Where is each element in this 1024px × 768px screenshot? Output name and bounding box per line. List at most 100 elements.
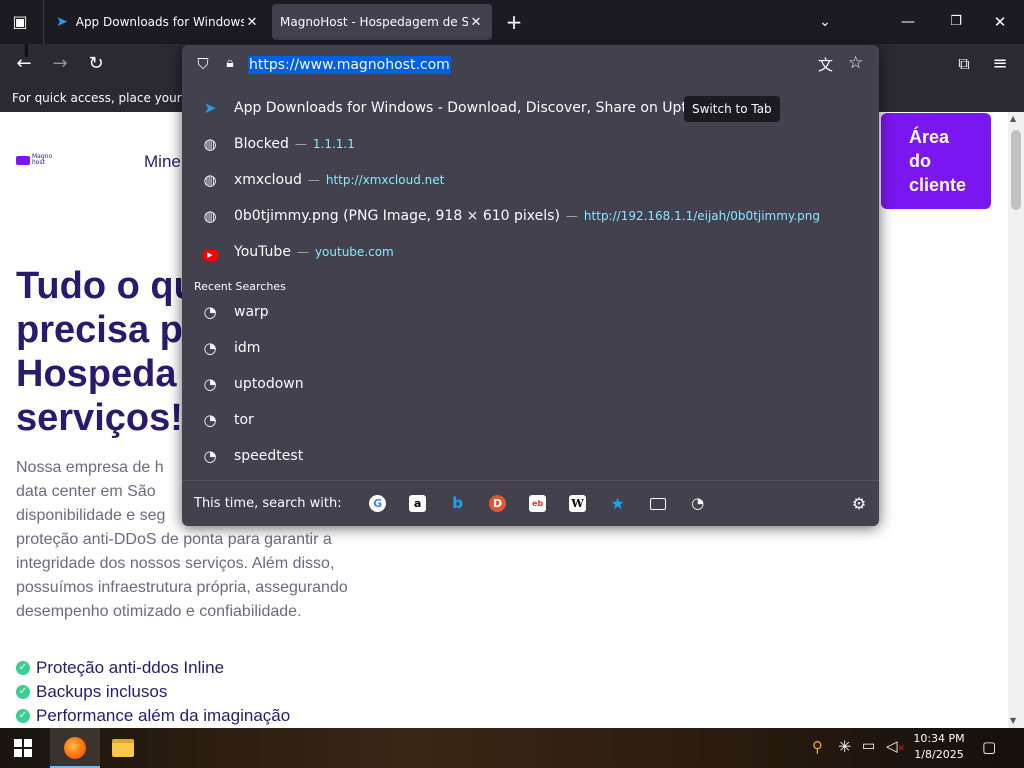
scrollbar-thumb[interactable] <box>1011 130 1021 210</box>
tabs-icon[interactable] <box>638 489 678 519</box>
button-line: Área <box>909 127 950 147</box>
feature-list: ✓ Proteção anti-ddos Inline ✓ Backups incl… <box>16 656 290 728</box>
close-icon[interactable]: ✕ <box>468 15 484 30</box>
shield-icon[interactable]: ⛉ <box>193 55 213 75</box>
suggestion-row[interactable]: ◍ Blocked — 1.1.1.1 <box>190 126 871 162</box>
client-area-button[interactable]: Área do cliente <box>881 113 991 209</box>
recent-search-term: tor <box>234 412 254 428</box>
firefox-taskbar-button[interactable] <box>50 728 100 768</box>
history-icon[interactable]: ◔ <box>678 489 718 519</box>
star-icon[interactable]: ☆ <box>848 53 863 73</box>
separator: — <box>565 209 578 223</box>
tab-title: MagnoHost - Hospedagem de Sites <box>280 15 468 29</box>
lock-icon[interactable]: 🔒︎ <box>220 55 240 75</box>
history-icon: ◔ <box>203 339 217 357</box>
recent-search-row[interactable]: ◔ warp <box>190 294 871 330</box>
chevron-down-icon[interactable]: ⌄ <box>809 6 841 38</box>
suggestion-title: App Downloads for Windows - Download, Di… <box>234 100 734 116</box>
gear-icon[interactable]: ⚙ <box>839 489 879 519</box>
brightness-icon[interactable]: ✳ <box>838 737 851 756</box>
reload-icon[interactable]: ↻ <box>80 48 112 80</box>
duckduckgo-icon[interactable]: D <box>478 489 518 519</box>
youtube-icon: ▶ <box>192 243 228 261</box>
check-icon: ✓ <box>16 661 30 675</box>
button-line: do <box>909 151 931 171</box>
recent-search-term: warp <box>234 304 269 320</box>
amazon-icon[interactable]: a <box>398 489 438 519</box>
volume-icon[interactable]: ◁✕ <box>886 737 905 755</box>
recent-search-row[interactable]: ◔ tor <box>190 402 871 438</box>
suggestion-row[interactable]: ◍ xmxcloud — http://xmxcloud.net <box>190 162 871 198</box>
recent-search-row[interactable]: ◔ speedtest <box>190 438 871 474</box>
globe-icon: ◍ <box>203 207 217 225</box>
paragraph-line: proteção anti-DDoS de ponta para garanti… <box>16 531 332 548</box>
clock-date: 1/8/2025 <box>914 748 964 761</box>
search-engine-bar: This time, search with: G a b D eb W ★ ◔… <box>182 480 879 526</box>
folder-icon <box>112 739 134 757</box>
menu-icon[interactable]: ≡ <box>984 48 1016 80</box>
feature-item: ✓ Backups inclusos <box>16 680 290 704</box>
feature-label: Backups inclusos <box>36 682 168 701</box>
bookmarks-icon[interactable]: ★ <box>598 489 638 519</box>
taskbar: ⚲ ✳ ▭ ◁✕ 10:34 PM 1/8/2025 ▢ <box>0 728 1024 768</box>
suggestion-row[interactable]: ◍ 0b0tjimmy.png (PNG Image, 918 × 610 pi… <box>190 198 871 234</box>
tab-magnohost[interactable]: MagnoHost - Hospedagem de Sites ✕ <box>272 4 492 40</box>
ebay-icon[interactable]: eb <box>518 489 558 519</box>
history-icon: ◔ <box>203 375 217 393</box>
new-tab-icon[interactable]: + <box>498 6 530 38</box>
suggestion-title: Blocked <box>234 136 289 152</box>
scroll-down-icon[interactable]: ▼ <box>1010 716 1016 725</box>
suggestion-url: http://xmxcloud.net <box>325 173 445 187</box>
hero-heading: Tudo o qu precisa p Hospeda serviços! <box>16 264 197 440</box>
recent-search-row[interactable]: ◔ uptodown <box>190 366 871 402</box>
wikipedia-icon[interactable]: W <box>558 489 598 519</box>
nav-item-minecraft[interactable]: Mine <box>144 152 181 172</box>
history-icon: ◔ <box>203 303 217 321</box>
recent-search-row[interactable]: ◔ idm <box>190 330 871 366</box>
tab-bar: ▣ ➤ App Downloads for Windows - Do ✕ Mag… <box>0 0 1024 44</box>
separator: — <box>296 245 309 259</box>
file-explorer-taskbar-button[interactable] <box>110 728 140 768</box>
recent-search-term: speedtest <box>234 448 304 464</box>
search-icon[interactable]: ⚲ <box>812 738 823 756</box>
logo-mark <box>16 155 30 165</box>
bing-icon[interactable]: b <box>438 489 478 519</box>
recent-search-term: uptodown <box>234 376 304 392</box>
suggestion-url: 1.1.1.1 <box>312 137 355 151</box>
uptodown-icon: ➤ <box>203 99 217 117</box>
logo-text: Magno host <box>32 153 53 166</box>
switch-to-tab-button[interactable]: Switch to Tab <box>684 96 780 122</box>
search-with-label: This time, search with: <box>194 496 342 511</box>
site-logo[interactable]: Magno host <box>16 154 54 166</box>
clock[interactable]: 10:34 PM 1/8/2025 <box>908 732 970 761</box>
url-input[interactable]: https://www.magnohost.com <box>248 56 451 74</box>
globe-icon: ◍ <box>203 171 217 189</box>
notification-icon[interactable]: ▢ <box>982 738 996 756</box>
divider <box>43 0 44 44</box>
translate-icon[interactable]: 文 <box>818 54 833 75</box>
check-icon: ✓ <box>16 685 30 699</box>
forward-icon[interactable]: → <box>44 48 76 80</box>
hero-line: Hospeda <box>16 353 177 395</box>
minimize-icon[interactable]: — <box>892 6 924 38</box>
tab-uptodown[interactable]: ➤ App Downloads for Windows - Do ✕ <box>48 4 268 40</box>
tab-title: App Downloads for Windows - Do <box>75 15 244 29</box>
recent-search-term: idm <box>234 340 261 356</box>
suggestion-row[interactable]: ▶ YouTube — youtube.com <box>190 234 871 270</box>
tab-overview-icon[interactable]: ▣ <box>4 6 36 38</box>
windows-start-icon[interactable] <box>14 739 32 757</box>
suggestion-url: youtube.com <box>314 245 394 259</box>
suggestion-title: YouTube <box>234 244 291 260</box>
network-icon[interactable]: ▭ <box>862 738 875 754</box>
hero-line: serviços! <box>16 397 183 439</box>
suggestion-url: http://192.168.1.1/eijah/0b0tjimmy.png <box>583 209 820 223</box>
hero-line: precisa p <box>16 309 183 351</box>
restore-icon[interactable]: ❐ <box>940 6 972 38</box>
close-icon[interactable]: ✕ <box>244 15 260 30</box>
window-close-icon[interactable]: ✕ <box>984 6 1016 38</box>
extensions-icon[interactable]: ⧉ <box>948 48 980 80</box>
suggestion-title: xmxcloud <box>234 172 302 188</box>
google-icon[interactable]: G <box>358 489 398 519</box>
scroll-up-icon[interactable]: ▲ <box>1010 114 1016 123</box>
paragraph-line: desempenho otimizado e confiabilidade. <box>16 603 302 620</box>
